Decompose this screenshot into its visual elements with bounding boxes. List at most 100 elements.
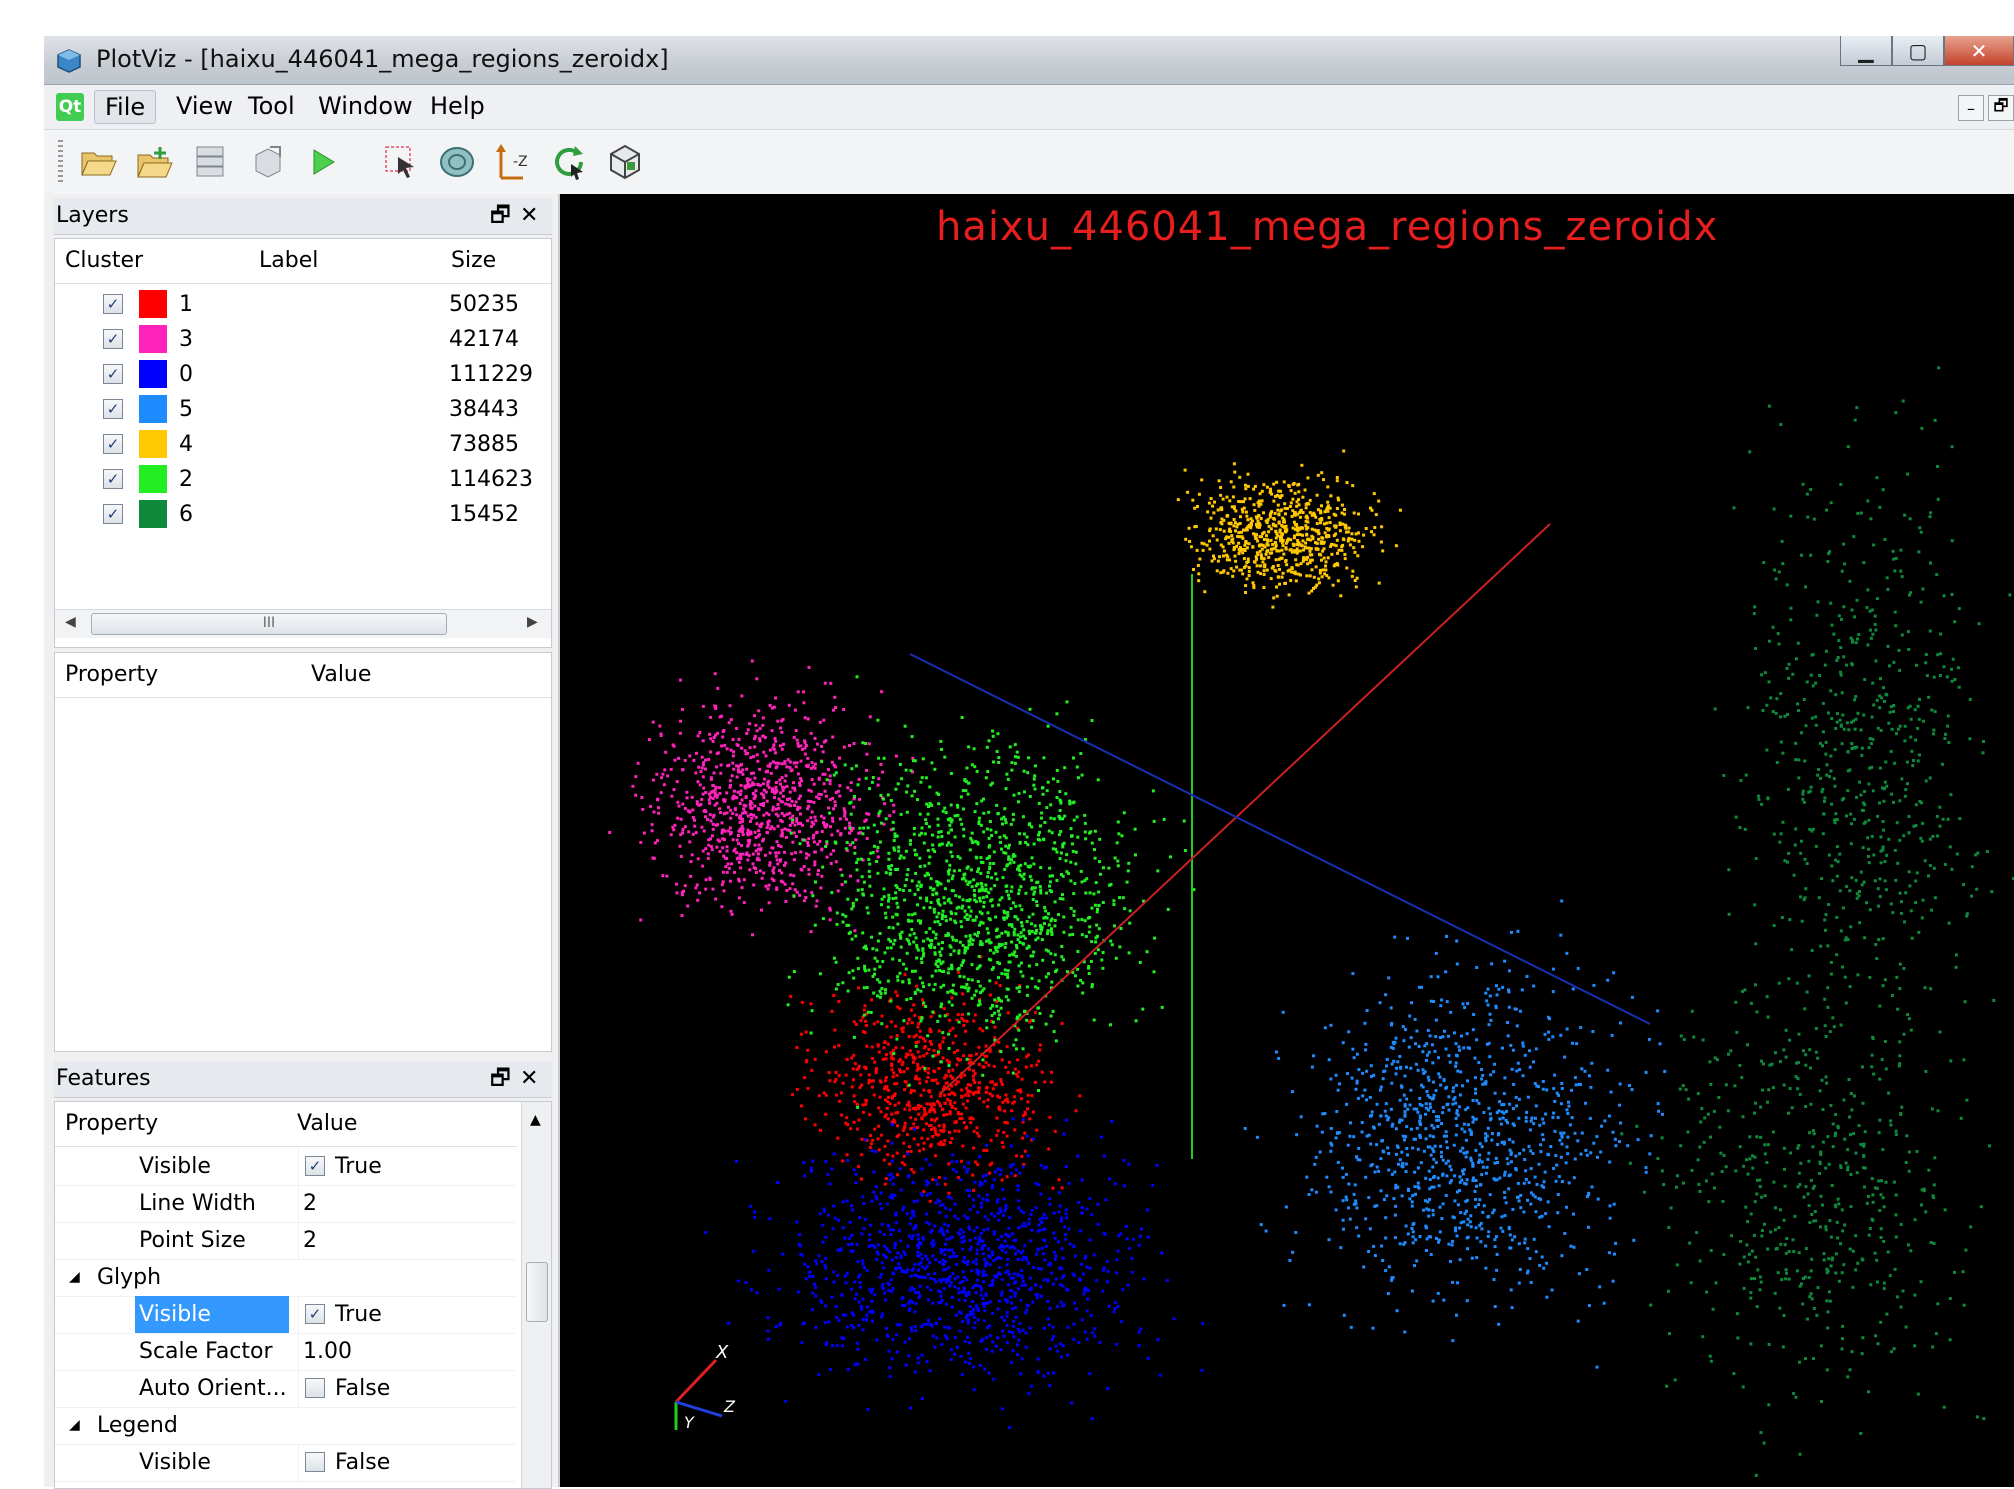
window-titlebar[interactable]: PlotViz - [haixu_446041_mega_regions_zer… <box>44 36 2014 85</box>
cluster-color-swatch[interactable] <box>139 395 167 423</box>
layer-visibility-checkbox[interactable]: ✓ <box>103 329 123 349</box>
feature-checkbox[interactable]: ✓ <box>305 1304 325 1324</box>
open-folder-button[interactable] <box>78 140 120 184</box>
rotate-button[interactable] <box>436 140 478 184</box>
scene-axis-line <box>940 524 1550 1094</box>
cluster-color-swatch[interactable] <box>139 430 167 458</box>
column-header-property[interactable]: Property <box>65 653 158 697</box>
feature-value-cell[interactable]: 2 <box>298 1222 529 1259</box>
column-header-property[interactable]: Property <box>65 1102 158 1146</box>
close-pane-icon[interactable]: ✕ <box>520 1061 538 1097</box>
layers-pane-header: Layers 🗗 ✕ <box>54 198 550 234</box>
feature-checkbox[interactable] <box>305 1452 325 1472</box>
refresh-button[interactable] <box>548 140 590 184</box>
cluster-color-swatch[interactable] <box>139 290 167 318</box>
close-button[interactable]: ✕ <box>1944 36 2014 66</box>
expand-triangle-icon[interactable]: ◢ <box>69 1407 80 1444</box>
expand-triangle-icon[interactable]: ◢ <box>69 1259 80 1296</box>
feature-row[interactable]: Visible✓True <box>55 1296 515 1334</box>
menu-help[interactable]: Help <box>420 90 495 122</box>
layer-visibility-checkbox[interactable]: ✓ <box>103 294 123 314</box>
cluster-color-swatch[interactable] <box>139 500 167 528</box>
cube-view-icon <box>605 142 645 182</box>
mdi-minimize-button[interactable]: – <box>1958 95 1984 121</box>
menu-tool[interactable]: Tool <box>238 90 305 122</box>
layers-horizontal-scrollbar[interactable]: ◀ III ▶ <box>55 609 551 638</box>
scrollbar-thumb[interactable] <box>526 1262 548 1322</box>
feature-value-cell[interactable]: ✓True <box>298 1296 529 1333</box>
features-vertical-scrollbar[interactable]: ▲ <box>521 1102 552 1488</box>
svg-text:-Z: -Z <box>513 154 528 170</box>
layer-visibility-checkbox[interactable]: ✓ <box>103 469 123 489</box>
plot-canvas[interactable]: haixu_446041_mega_regions_zeroidx X Y Z <box>560 194 2014 1487</box>
open-folder-icon <box>80 145 118 179</box>
layer-row[interactable]: ✓473885 <box>55 427 551 462</box>
cluster-color-swatch[interactable] <box>139 360 167 388</box>
feature-section-row[interactable]: ◢Glyph <box>55 1259 515 1297</box>
feature-value-cell[interactable]: ✓True <box>298 1148 529 1185</box>
mdi-restore-button[interactable]: 🗗 <box>1988 95 2014 121</box>
feature-section-row[interactable]: ◢Legend <box>55 1407 515 1445</box>
cube-view-button[interactable] <box>604 140 646 184</box>
open-add-button[interactable] <box>134 140 176 184</box>
column-header-value[interactable]: Value <box>297 1102 357 1146</box>
features-rows: Visible✓TrueLine Width2Point Size2◢Glyph… <box>55 1148 517 1488</box>
column-header-value[interactable]: Value <box>311 653 371 697</box>
layers-table-header: Cluster Label Size <box>55 239 551 284</box>
scroll-left-icon[interactable]: ◀ <box>65 614 76 630</box>
layer-visibility-checkbox[interactable]: ✓ <box>103 504 123 524</box>
feature-row[interactable]: Scale Factor1.00 <box>55 1333 515 1371</box>
layer-visibility-checkbox[interactable]: ✓ <box>103 399 123 419</box>
layer-row[interactable]: ✓615452 <box>55 497 551 532</box>
cube-export-button[interactable] <box>246 140 288 184</box>
property-table-header: Property Value <box>55 653 551 698</box>
menu-window[interactable]: Window <box>308 90 423 122</box>
scroll-right-icon[interactable]: ▶ <box>527 614 538 630</box>
cluster-size: 38443 <box>449 392 519 427</box>
column-header-cluster[interactable]: Cluster <box>65 239 143 283</box>
feature-row[interactable]: Auto Orient...False <box>55 1370 515 1408</box>
play-button[interactable] <box>302 140 344 184</box>
feature-value-cell[interactable]: False <box>298 1370 529 1407</box>
minimize-button[interactable]: ▁ <box>1840 36 1892 66</box>
scene-axis-line <box>910 654 1650 1024</box>
feature-checkbox[interactable]: ✓ <box>305 1156 325 1176</box>
feature-value-cell[interactable]: 1.00 <box>298 1333 529 1370</box>
feature-row[interactable]: Line Width2 <box>55 1185 515 1223</box>
column-header-size[interactable]: Size <box>451 239 496 283</box>
menu-file[interactable]: File <box>94 90 156 124</box>
axis-label-y: Y <box>684 1413 695 1432</box>
scatter-plot-3d <box>560 194 2014 1487</box>
select-region-button[interactable] <box>380 140 422 184</box>
maximize-button[interactable]: ▢ <box>1892 36 1944 66</box>
feature-checkbox[interactable] <box>305 1378 325 1398</box>
close-icon: ✕ <box>1971 39 1988 63</box>
layer-visibility-checkbox[interactable]: ✓ <box>103 434 123 454</box>
layer-row[interactable]: ✓150235 <box>55 287 551 322</box>
close-pane-icon[interactable]: ✕ <box>520 198 538 234</box>
feature-row[interactable]: VisibleFalse <box>55 1444 515 1482</box>
feature-property-name: Point Size <box>139 1222 246 1259</box>
float-pane-icon[interactable]: 🗗 <box>490 198 511 234</box>
layer-visibility-checkbox[interactable]: ✓ <box>103 364 123 384</box>
feature-value-cell[interactable]: 2 <box>298 1185 529 1222</box>
axis-z-button[interactable]: -Z <box>492 140 534 184</box>
layer-row[interactable]: ✓0111229 <box>55 357 551 392</box>
feature-row[interactable]: Visible✓True <box>55 1148 515 1186</box>
minimize-icon: ▁ <box>1858 39 1873 63</box>
layer-row[interactable]: ✓2114623 <box>55 462 551 497</box>
layer-row[interactable]: ✓538443 <box>55 392 551 427</box>
feature-row[interactable]: Point Size2 <box>55 1222 515 1260</box>
cube-stack-button[interactable] <box>190 140 232 184</box>
feature-value: False <box>335 1370 390 1407</box>
scrollbar-thumb[interactable]: III <box>91 613 447 635</box>
menu-view[interactable]: View <box>166 90 243 122</box>
layer-row[interactable]: ✓342174 <box>55 322 551 357</box>
toolbar-grip[interactable] <box>58 140 63 184</box>
feature-value-cell[interactable]: False <box>298 1444 529 1481</box>
scroll-up-icon[interactable]: ▲ <box>530 1112 541 1128</box>
cluster-color-swatch[interactable] <box>139 465 167 493</box>
cluster-color-swatch[interactable] <box>139 325 167 353</box>
float-pane-icon[interactable]: 🗗 <box>490 1061 511 1097</box>
column-header-label[interactable]: Label <box>259 239 318 283</box>
